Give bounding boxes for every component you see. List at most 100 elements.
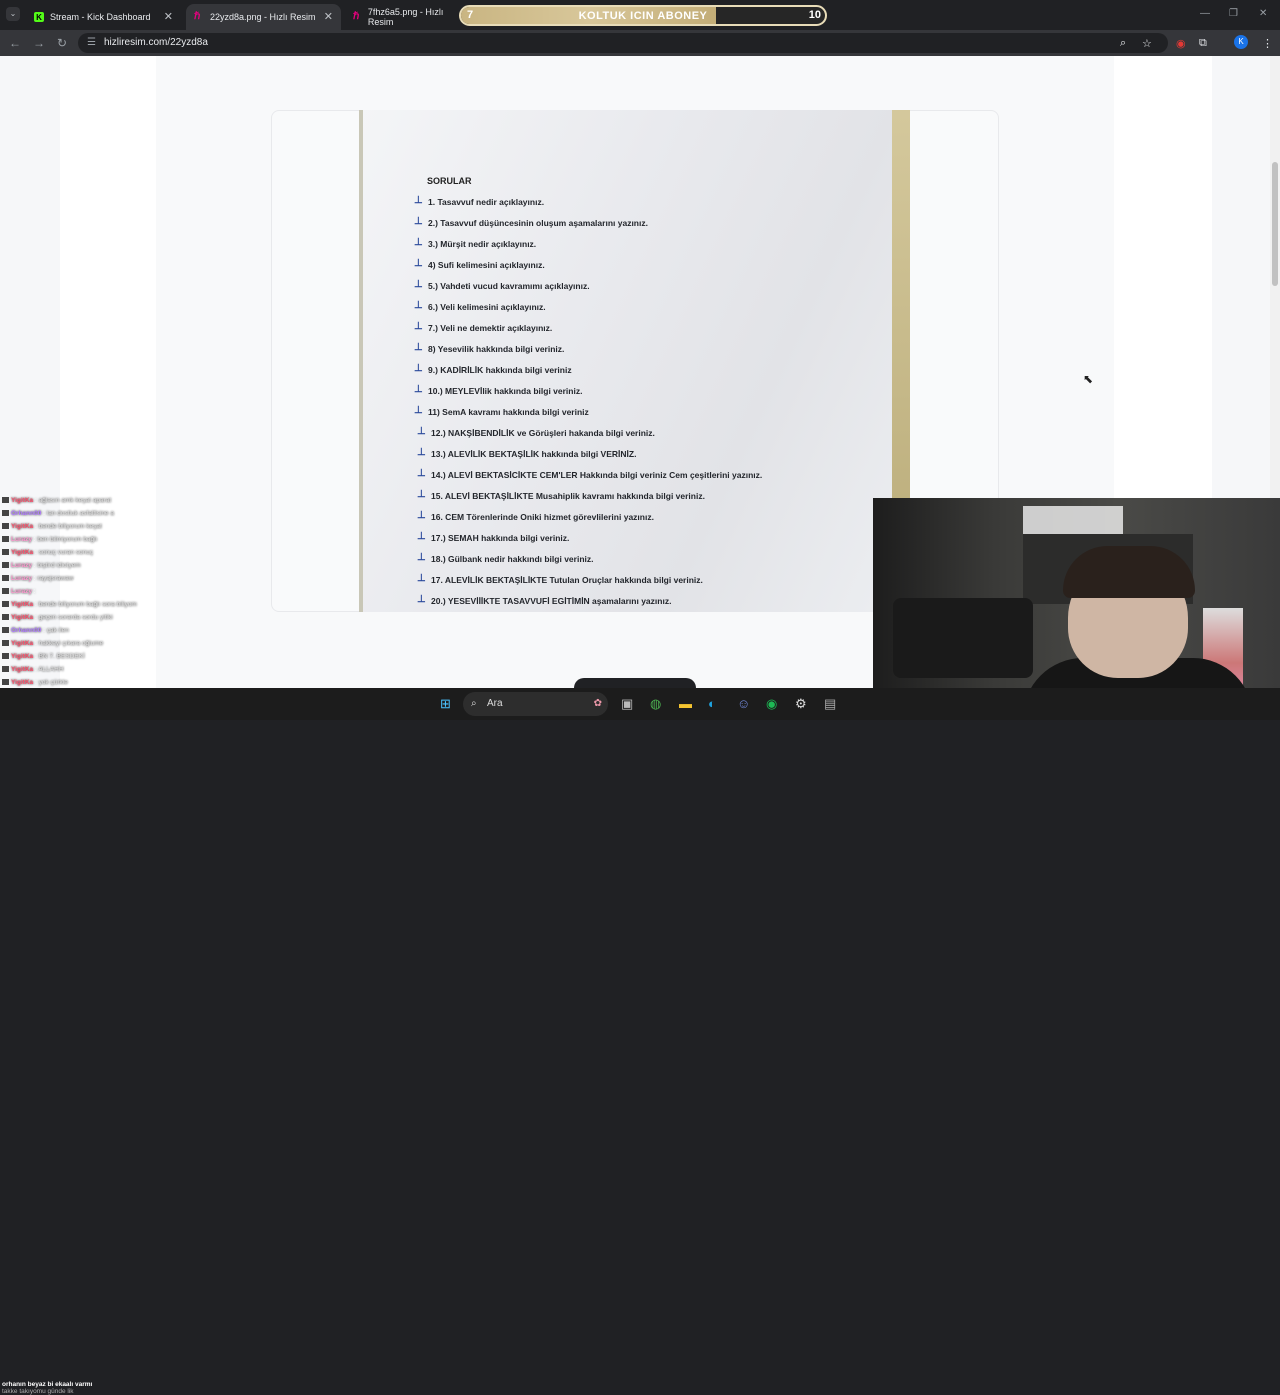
search-icon: ⌕ [471,698,477,709]
question-item: 5.) Vahdeti vucud kavramımı açıklayınız. [428,281,590,291]
back-icon[interactable]: ← [9,36,21,50]
chat-username[interactable]: YigitKa [11,614,33,621]
chat-text: geçen sorarda sordu yitiki [38,614,113,621]
chat-text: BN 7. BESDEKİ [38,653,85,660]
kick-logo-icon: K [34,12,44,22]
chevron-down-icon[interactable]: ⌄ [6,7,20,21]
checkmark-icon: ⊥ [414,363,423,374]
puzzle-icon[interactable]: ⧉ [1199,37,1207,50]
chat-username[interactable]: YigitKa [11,653,33,660]
toolbar: ← → ↻ ☰ hizliresim.com/22yzd8a ⌕ ☆ ◉ ⧉ K… [0,30,1280,56]
hizliresim-logo-icon: ℏ [194,11,201,22]
badge-icon [2,640,9,647]
room-window [1023,506,1123,534]
edge-icon[interactable]: ◐ [708,696,716,711]
chat-message: Orhann00 : çak ilen [2,627,69,634]
checkmark-icon: ⊥ [414,342,423,353]
chat-username[interactable]: Orhann00 [11,510,41,517]
paper-edge [359,110,363,612]
menu-icon[interactable]: ⋮ [1262,37,1273,50]
checkmark-icon: ⊥ [417,489,426,500]
chat-message: YigitKa : BN 7. BESDEKİ [2,653,85,660]
question-item: 15. ALEVİ BEKTAŞİLİKTE Musahiplik kavram… [431,491,705,501]
maximize-icon[interactable]: ❐ [1229,8,1238,19]
subscriber-goal-banner: 7 KOLTUK ICIN ABONEY 10 [459,5,827,26]
question-item: 9.) KADİRİLİK hakkında bilgi veriniz [428,365,572,375]
chat-username[interactable]: YigitKa [11,497,33,504]
file-explorer-icon[interactable]: ▬ [679,696,692,711]
steam-icon[interactable]: ⚙ [795,696,807,712]
tab-strip: ⌄ K Stream - Kick Dashboard ✕ ℏ 22yzd8a.… [0,0,1280,30]
question-item: 11) SemA kavramı hakkında bilgi veriniz [428,407,589,417]
chat-separator: : [31,588,36,595]
chat-username[interactable]: YigitKa [11,523,33,530]
chat-message: YigitKa : bende biliyorum keşat [2,523,102,530]
chat-username[interactable]: Lurazy [11,536,32,543]
chrome-icon[interactable]: ◍ [650,696,661,712]
chat-message: Orhann00 : lan dostluk asfaltlsine a [2,510,114,517]
windows-start-icon[interactable]: ⊞ [440,696,451,712]
chat-username[interactable]: YigitKa [11,601,33,608]
tab-label: 22yzd8a.png - Hızlı Resim [210,12,316,22]
chat-username[interactable]: YigitKa [11,549,33,556]
chat-username[interactable]: Lurazy [11,588,32,595]
checkmark-icon: ⊥ [417,594,426,605]
chat-message: YigitKa : bende biliyorum bağlı sora bil… [2,601,137,608]
chat-username[interactable]: YigitKa [11,679,33,686]
chat-text: sonuç vuran sonuç [38,549,94,556]
checkmark-icon: ⊥ [414,405,423,416]
discord-icon[interactable]: ☺ [737,696,750,711]
chat-message: YigitKa : sonuç vuran sonuç [2,549,93,556]
question-item: 8) Yesevilik hakkında bilgi veriniz. [428,344,565,354]
task-view-icon[interactable]: ▣ [621,696,633,712]
checkmark-icon: ⊥ [417,531,426,542]
chat-message: Lurazy : biştird idiotyem [2,562,81,569]
goal-target: 10 [808,9,821,21]
tab-hizliresim-22yzd8a[interactable]: ℏ 22yzd8a.png - Hızlı Resim ✕ [186,4,341,30]
chat-username[interactable]: YigitKa [11,640,33,647]
taskbar-search[interactable]: ⌕ Ara ✿ [463,692,608,716]
chat-message: Lurazy : [2,588,36,595]
scrollbar-thumb[interactable] [1272,162,1278,286]
sofa [893,598,1033,678]
chat-username[interactable]: Lurazy [11,562,32,569]
minimize-icon[interactable]: — [1200,8,1210,19]
question-item: 7.) Veli ne demektir açıklayınız. [428,323,553,333]
chat-message-text: orhanın beyaz bi ekaalı varmı [2,1381,93,1388]
tab-hizliresim-7fhz6a5[interactable]: ℏ 7fhz6a5.png - Hızlı Resim [345,4,460,30]
reload-icon[interactable]: ↻ [57,36,67,50]
checkmark-icon: ⊥ [414,300,423,311]
chat-text: ben bilmiyorum bağlı [37,536,98,543]
chat-text: çak ilen [46,627,69,634]
checkmark-icon: ⊥ [417,447,426,458]
app-icon[interactable]: ▤ [824,696,836,712]
tab-kick-dashboard[interactable]: K Stream - Kick Dashboard ✕ [26,4,181,30]
chat-text: bende biliyorum bağlı sora biliyom [38,601,137,608]
chat-username[interactable]: Lurazy [11,575,32,582]
badge-icon [2,588,9,595]
spotify-icon[interactable]: ◉ [766,696,777,712]
chat-text: rayajsrawaw [37,575,74,582]
document-title: SORULAR [427,176,472,186]
chat-username[interactable]: Orhann00 [11,627,41,634]
extension-icon[interactable]: ◉ [1176,37,1186,50]
bookmark-star-icon[interactable]: ☆ [1142,37,1152,50]
chat-text: bende biliyorum keşat [38,523,102,530]
close-icon[interactable]: ✕ [164,10,173,23]
close-window-icon[interactable]: ✕ [1259,8,1267,19]
question-item: 14.) ALEVİ BEKTASİCİKTE CEM'LER Hakkında… [431,470,763,480]
question-item: 2.) Tasavvuf düşüncesinin oluşum aşamala… [428,218,648,228]
close-icon[interactable]: ✕ [324,10,333,23]
question-item: 18.) Gülbank nedir hakkındı bilgi verini… [431,554,594,564]
zoom-icon[interactable]: ⌕ [1120,37,1126,50]
address-bar[interactable]: ☰ hizliresim.com/22yzd8a [78,33,1168,53]
search-highlight-icon: ✿ [593,698,602,709]
checkmark-icon: ⊥ [417,510,426,521]
uploaded-image[interactable]: SORULAR ⊥ 1. Tasavvuf nedir açıklayınız. ⊥… [359,110,910,612]
chat-message: YigitKa : geçen sorarda sordu yitiki [2,614,113,621]
forward-icon[interactable]: → [33,36,45,50]
site-info-icon[interactable]: ☰ [87,33,96,53]
paper-sheet: SORULAR ⊥ 1. Tasavvuf nedir açıklayınız. ⊥… [359,110,894,612]
chat-username[interactable]: YigitKa [11,666,33,673]
avatar[interactable]: K [1234,35,1248,49]
